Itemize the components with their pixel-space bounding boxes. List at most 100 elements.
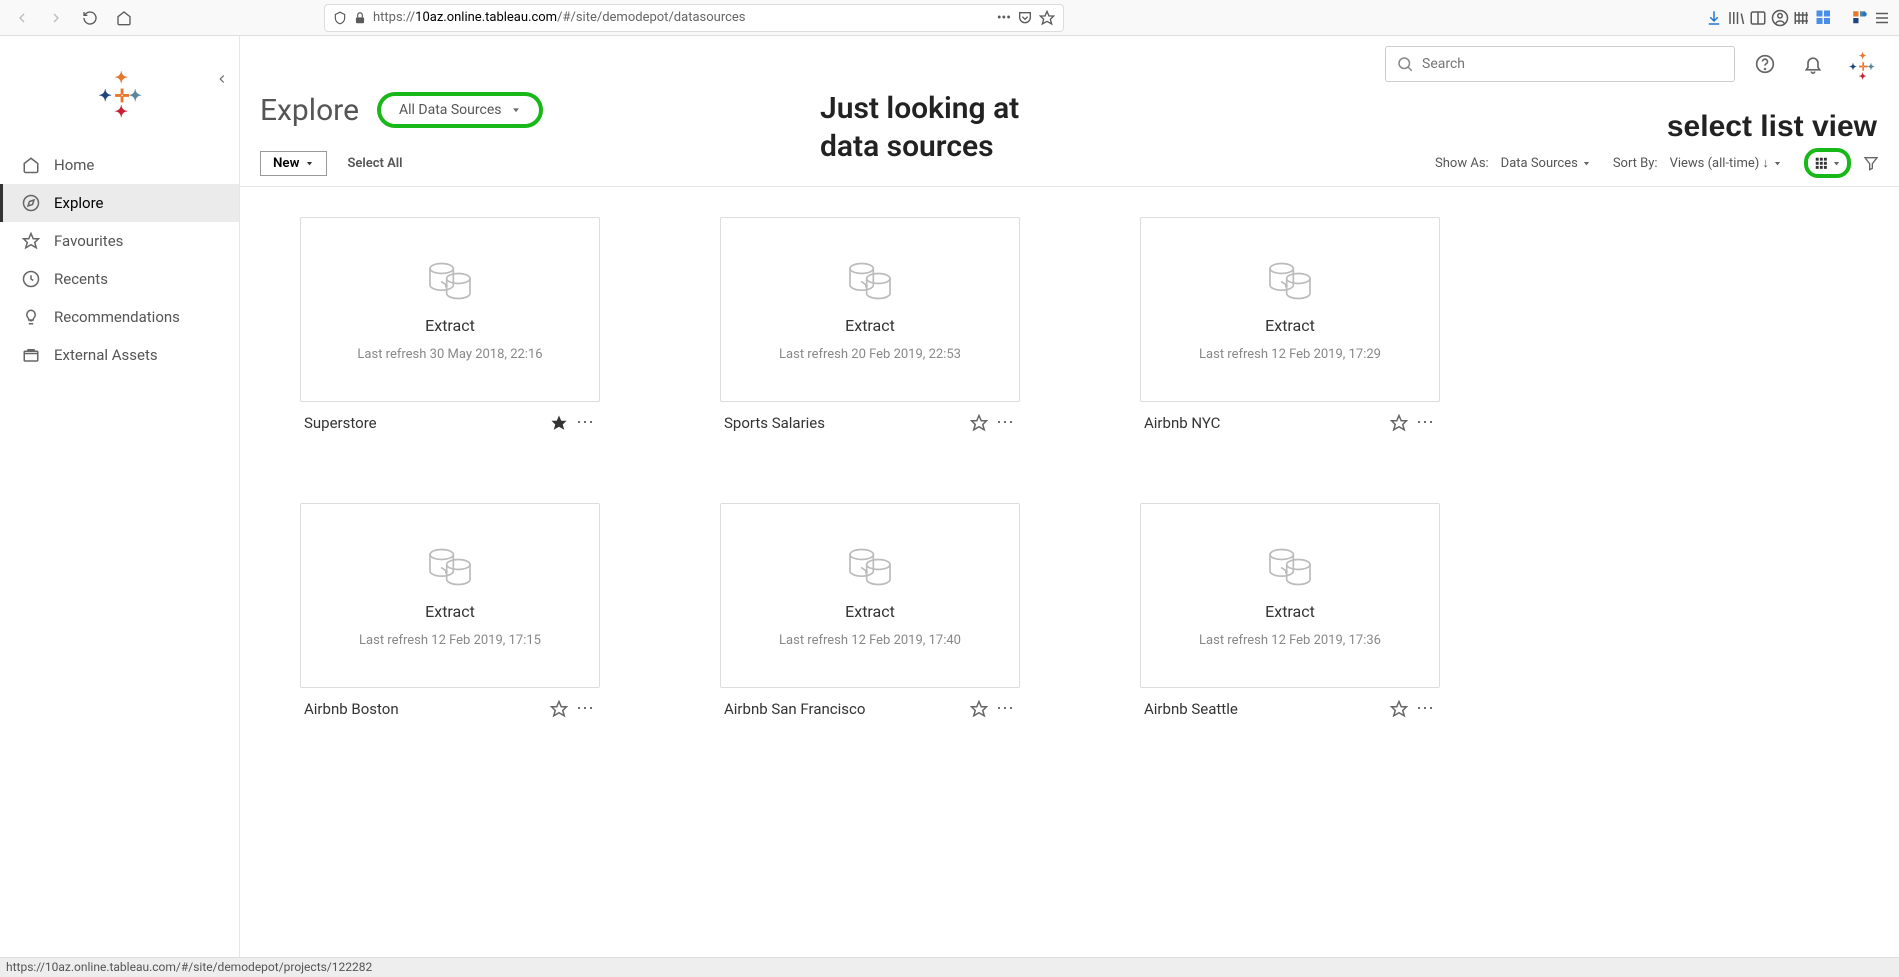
datasource-kind: Extract: [1265, 316, 1315, 335]
datasource-kind: Extract: [425, 316, 475, 335]
sidebar-item-favourites[interactable]: Favourites: [0, 222, 239, 260]
sidebar-item-recents[interactable]: Recents: [0, 260, 239, 298]
datasource-meta: Last refresh 12 Feb 2019, 17:29: [1199, 347, 1381, 362]
datasource-name[interactable]: Superstore: [304, 414, 542, 432]
star-icon[interactable]: [970, 414, 988, 432]
datasource-card: ExtractLast refresh 12 Feb 2019, 17:40 Ai…: [720, 503, 1020, 729]
filter-label: All Data Sources: [399, 102, 502, 118]
filter-button[interactable]: [1863, 155, 1879, 171]
nav: Home Explore Favourites Recents Recommendati…: [0, 146, 239, 374]
datasource-meta: Last refresh 12 Feb 2019, 17:15: [359, 633, 541, 648]
datasource-icon: [425, 258, 475, 304]
datasource-tile[interactable]: ExtractLast refresh 12 Feb 2019, 17:40: [720, 503, 1020, 688]
sidebar-collapse-button[interactable]: [215, 72, 229, 86]
datasource-name[interactable]: Airbnb Boston: [304, 700, 542, 718]
site-switcher[interactable]: ✦✦✛✦✦: [1843, 46, 1879, 82]
sidebar: ✦✦✛✦✦ Home Explore Favourites Recents Recomm…: [0, 36, 240, 957]
datasource-card: ExtractLast refresh 12 Feb 2019, 17:15 Ai…: [300, 503, 600, 729]
datasource-meta: Last refresh 12 Feb 2019, 17:40: [779, 633, 961, 648]
datasource-tile[interactable]: ExtractLast refresh 12 Feb 2019, 17:15: [300, 503, 600, 688]
datasource-tile[interactable]: ExtractLast refresh 12 Feb 2019, 17:36: [1140, 503, 1440, 688]
page-title: Explore: [260, 93, 359, 128]
ext-puzzle-icon[interactable]: [1851, 9, 1869, 27]
content-type-filter[interactable]: All Data Sources: [377, 92, 544, 128]
sidebar-item-label: Recents: [54, 270, 108, 288]
more-actions-button[interactable]: ⋯: [1416, 412, 1436, 433]
home-icon: [22, 156, 40, 174]
reload-button[interactable]: [76, 4, 104, 32]
star-icon[interactable]: [970, 700, 988, 718]
star-icon[interactable]: [1390, 700, 1408, 718]
datasource-name[interactable]: Airbnb Seattle: [1144, 700, 1382, 718]
datasource-kind: Extract: [1265, 602, 1315, 621]
sidebar-item-external-assets[interactable]: External Assets: [0, 336, 239, 374]
view-mode-button[interactable]: [1804, 148, 1851, 178]
bulb-icon: [22, 308, 40, 326]
sidebar-item-label: Explore: [54, 194, 104, 212]
new-button[interactable]: New: [260, 151, 327, 176]
account-icon[interactable]: [1771, 9, 1789, 27]
bookmark-star-icon[interactable]: [1039, 10, 1055, 26]
help-button[interactable]: [1747, 46, 1783, 82]
datasource-card: ExtractLast refresh 20 Feb 2019, 22:53 Sp…: [720, 217, 1020, 443]
pocket-icon[interactable]: [1017, 10, 1033, 26]
datasource-name[interactable]: Sports Salaries: [724, 414, 962, 432]
datasource-meta: Last refresh 30 May 2018, 22:16: [357, 347, 542, 362]
chevron-down-icon: [1773, 159, 1782, 168]
sidebar-icon[interactable]: [1749, 9, 1767, 27]
sidebar-item-label: Recommendations: [54, 308, 180, 326]
sort-by-label: Sort By:: [1613, 156, 1658, 171]
more-actions-button[interactable]: ⋯: [996, 412, 1016, 433]
annotation-text-2: select list view: [1667, 110, 1877, 144]
library-icon[interactable]: [1727, 9, 1745, 27]
clock-icon: [22, 270, 40, 288]
star-icon[interactable]: [550, 414, 568, 432]
sidebar-item-home[interactable]: Home: [0, 146, 239, 184]
forward-button[interactable]: [42, 4, 70, 32]
datasource-name[interactable]: Airbnb San Francisco: [724, 700, 962, 718]
explore-icon: [22, 194, 40, 212]
more-icon[interactable]: •••: [997, 10, 1011, 26]
datasource-card: Extract Last refresh 12 Feb 2019, 17:29 Ai…: [1140, 217, 1440, 443]
annotation-text-1: Just looking atdata sources: [820, 90, 1019, 165]
sort-by-select[interactable]: Views (all-time) ↓: [1666, 153, 1786, 173]
datasource-name[interactable]: Airbnb NYC: [1144, 414, 1382, 432]
download-icon[interactable]: [1705, 9, 1723, 27]
datasource-card: ExtractLast refresh 12 Feb 2019, 17:36 Ai…: [1140, 503, 1440, 729]
back-button[interactable]: [8, 4, 36, 32]
sidebar-item-explore[interactable]: Explore: [0, 184, 239, 222]
sidebar-item-recommendations[interactable]: Recommendations: [0, 298, 239, 336]
home-button[interactable]: [110, 4, 138, 32]
url-bar[interactable]: https://10az.online.tableau.com/#/site/d…: [324, 4, 1064, 32]
datasource-tile[interactable]: Extract Last refresh 12 Feb 2019, 17:29: [1140, 217, 1440, 402]
show-as-select[interactable]: Data Sources: [1497, 154, 1595, 173]
main-area: ✦✦✛✦✦ Explore All Data Sources Just look…: [240, 36, 1899, 957]
ext-grid-icon[interactable]: [1793, 9, 1811, 27]
datasource-grid: Extract Last refresh 30 May 2018, 22:16 Su…: [240, 187, 1899, 759]
sidebar-item-label: Favourites: [54, 232, 123, 250]
search-box[interactable]: [1385, 46, 1735, 82]
datasource-kind: Extract: [845, 316, 895, 335]
notifications-button[interactable]: [1795, 46, 1831, 82]
select-all-button[interactable]: Select All: [347, 156, 402, 171]
datasource-tile[interactable]: Extract Last refresh 30 May 2018, 22:16: [300, 217, 600, 402]
sidebar-item-label: Home: [54, 156, 94, 174]
more-actions-button[interactable]: ⋯: [996, 698, 1016, 719]
show-as-label: Show As:: [1435, 156, 1489, 171]
star-icon[interactable]: [1390, 414, 1408, 432]
more-actions-button[interactable]: ⋯: [576, 412, 596, 433]
topbar: ✦✦✛✦✦: [240, 36, 1899, 92]
more-actions-button[interactable]: ⋯: [576, 698, 596, 719]
menu-icon[interactable]: [1873, 9, 1891, 27]
search-input[interactable]: [1422, 56, 1724, 72]
more-actions-button[interactable]: ⋯: [1416, 698, 1436, 719]
chevron-down-icon: [1582, 159, 1591, 168]
lock-icon: [353, 11, 367, 25]
shield-icon: [333, 11, 347, 25]
star-icon: [22, 232, 40, 250]
datasource-icon: [1265, 258, 1315, 304]
ext-grid2-icon[interactable]: [1815, 9, 1833, 27]
star-icon[interactable]: [550, 700, 568, 718]
tableau-logo[interactable]: ✦✦✛✦✦: [0, 36, 239, 146]
datasource-tile[interactable]: ExtractLast refresh 20 Feb 2019, 22:53: [720, 217, 1020, 402]
